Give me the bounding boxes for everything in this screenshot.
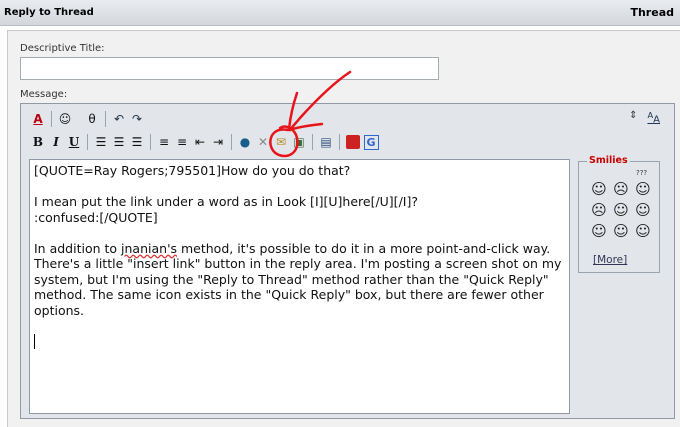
smilie-extra-mark: ??? — [636, 169, 648, 177]
underline-button[interactable]: U — [65, 133, 83, 151]
more-smilies-link[interactable]: [More] — [593, 254, 627, 266]
text-caret — [34, 333, 35, 349]
youtube-icon[interactable] — [344, 133, 362, 151]
smilies-box: Smilies ??? ☺ ☹ ☺ ☹ ☺ ☺ ☺ ☺ ☺ [More] — [578, 155, 660, 273]
toolbar-separator — [231, 134, 232, 150]
header-title: Reply to Thread — [4, 7, 94, 18]
smilie-mad-icon[interactable]: ☹ — [589, 202, 609, 219]
insert-image-icon[interactable]: ▣ — [290, 133, 308, 151]
ordered-list-icon[interactable]: ≡ — [155, 133, 173, 151]
insert-font-icon[interactable]: θ — [83, 110, 101, 128]
toolbar-separator — [87, 134, 88, 150]
align-right-icon[interactable]: ☰ — [128, 133, 146, 151]
toolbar-separator — [105, 111, 106, 127]
google-icon[interactable]: G — [362, 133, 380, 151]
toolbar-separator — [339, 134, 340, 150]
message-textarea[interactable]: [QUOTE=Ray Rogers;795501]How do you do t… — [29, 159, 570, 414]
title-input[interactable] — [20, 57, 439, 80]
smilie-rolleyes-icon[interactable]: ☺ — [633, 223, 653, 240]
align-left-icon[interactable]: ☰ — [92, 133, 110, 151]
toolbar-separator — [150, 134, 151, 150]
message-editor: A ☺ θ ↶ ↷ ⇕ AA B I U ☰ ☰ ☰ ≡ ≡ ⇤ ⇥ ● ✕ ✉… — [20, 103, 675, 419]
toolbar-separator — [78, 111, 79, 127]
insert-email-icon[interactable]: ✉ — [272, 133, 290, 151]
toolbar-row-2: B I U ☰ ☰ ☰ ≡ ≡ ⇤ ⇥ ● ✕ ✉ ▣ ▤ G — [29, 132, 380, 152]
remove-format-icon[interactable]: A — [29, 110, 47, 128]
smilie-biggrin-icon[interactable]: ☺ — [611, 202, 631, 219]
header-thread-label: Thread — [630, 6, 674, 19]
message-line-quote: [QUOTE=Ray Rogers;795501]How do you do t… — [34, 163, 351, 178]
indent-icon[interactable]: ⇥ — [209, 133, 227, 151]
editor-controls: ⇕ AA — [629, 110, 660, 125]
italic-button[interactable]: I — [47, 133, 65, 151]
smilies-more: [More] — [593, 254, 627, 266]
smilie-smile-icon[interactable]: ☺ — [589, 181, 609, 198]
smilie-redface-icon[interactable]: ☺ — [611, 223, 631, 240]
thread-header: Reply to Thread Thread — [0, 0, 680, 26]
undo-icon[interactable]: ↶ — [110, 110, 128, 128]
toolbar-separator — [51, 111, 52, 127]
message-line-answer: In addition to jnanian's method, it's po… — [34, 240, 562, 318]
smilie-wink-icon[interactable]: ☺ — [633, 202, 653, 219]
smilies-legend: Smilies — [587, 155, 630, 166]
message-line-question: I mean put the link under a word as in L… — [34, 194, 418, 225]
remove-link-icon[interactable]: ✕ — [254, 133, 272, 151]
switch-mode-icon[interactable]: AA — [647, 110, 660, 125]
smilie-icon[interactable]: ☺ — [56, 110, 74, 128]
toggle-size-icon[interactable]: ⇕ — [629, 110, 637, 125]
toolbar-row-1: A ☺ θ ↶ ↷ — [29, 109, 146, 129]
insert-link-icon[interactable]: ● — [236, 133, 254, 151]
title-label: Descriptive Title: — [20, 43, 105, 54]
toolbar-separator — [312, 134, 313, 150]
bold-button[interactable]: B — [29, 133, 47, 151]
redo-icon[interactable]: ↷ — [128, 110, 146, 128]
message-label: Message: — [20, 89, 68, 100]
smilie-confused-icon[interactable]: ☺ — [633, 181, 653, 198]
smilie-eek-icon[interactable]: ☺ — [589, 223, 609, 240]
smilie-frown-icon[interactable]: ☹ — [611, 181, 631, 198]
outdent-icon[interactable]: ⇤ — [191, 133, 209, 151]
align-center-icon[interactable]: ☰ — [110, 133, 128, 151]
unordered-list-icon[interactable]: ≡ — [173, 133, 191, 151]
smilies-grid: ☺ ☹ ☺ ☹ ☺ ☺ ☺ ☺ ☺ — [589, 181, 653, 240]
quote-icon[interactable]: ▤ — [317, 133, 335, 151]
